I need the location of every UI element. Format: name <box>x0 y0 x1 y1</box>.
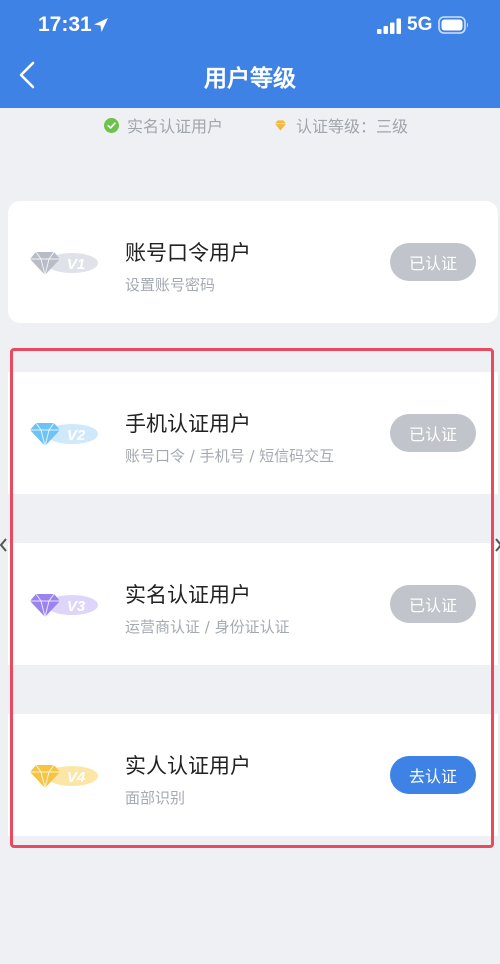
status-time: 17:31 <box>38 13 92 36</box>
v1-diamond-badge-icon: V1 <box>30 251 98 276</box>
level-title: 手机认证用户 <box>125 412 251 436</box>
level-subtitle: 面部识别 <box>125 789 186 807</box>
verified-button-v1[interactable]: 已认证 <box>390 243 476 281</box>
verified-button-v2[interactable]: 已认证 <box>390 414 476 452</box>
verify-now-button-v4[interactable]: 去认证 <box>390 756 476 794</box>
location-arrow-icon <box>94 18 108 32</box>
level-subtitle: 运营商认证 / 身份证认证 <box>125 618 290 636</box>
level-card-v3: V3 实名认证用户 运营商认证 / 身份证认证 已认证 <box>8 543 498 665</box>
svg-text:V2: V2 <box>67 427 86 444</box>
level-title: 实人认证用户 <box>125 754 251 778</box>
level-card-v4: V4 实人认证用户 面部识别 去认证 <box>8 714 498 836</box>
level-label: 认证等级：三级 <box>296 117 409 136</box>
level-card-v1: V1 账号口令用户 设置账号密码 已认证 <box>8 201 498 323</box>
network-type: 5G <box>407 14 433 35</box>
level-status: 认证等级：三级 <box>273 113 408 137</box>
signal-bars-icon <box>377 18 401 34</box>
battery-icon <box>438 16 468 34</box>
v2-diamond-badge-icon: V2 <box>30 422 98 447</box>
svg-text:V1: V1 <box>67 256 85 273</box>
svg-text:V4: V4 <box>67 769 86 786</box>
drag-handle-right-icon[interactable] <box>494 537 500 553</box>
level-title: 实名认证用户 <box>125 583 251 607</box>
level-subtitle: 账号口令 / 手机号 / 短信码交互 <box>125 447 335 465</box>
verified-button-v3[interactable]: 已认证 <box>390 585 476 623</box>
level-card-v2: V2 手机认证用户 账号口令 / 手机号 / 短信码交互 已认证 <box>8 372 498 494</box>
level-title: 账号口令用户 <box>125 241 251 265</box>
v3-diamond-badge-icon: V3 <box>30 593 98 618</box>
verification-summary: 实名认证用户 认证等级：三级 <box>0 113 500 141</box>
level-subtitle: 设置账号密码 <box>125 276 216 294</box>
verified-label: 实名认证用户 <box>127 117 224 136</box>
drag-handle-left-icon[interactable] <box>0 537 8 553</box>
check-circle-icon <box>104 117 119 133</box>
verified-status: 实名认证用户 <box>104 113 223 137</box>
svg-text:V3: V3 <box>67 598 86 615</box>
status-bar: 17:31 5G <box>0 0 500 52</box>
v4-diamond-badge-icon: V4 <box>30 764 98 789</box>
page-title: 用户等级 <box>204 66 296 92</box>
app-header: 17:31 5G 用户等级 <box>0 0 500 108</box>
diamond-icon <box>274 119 287 131</box>
